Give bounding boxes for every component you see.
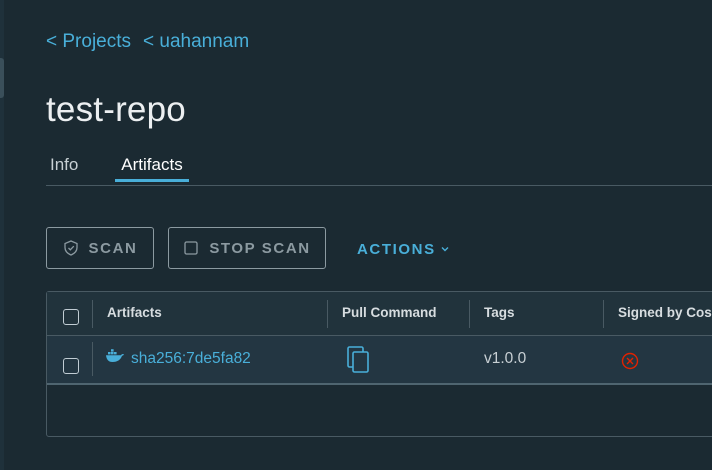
row-select-checkbox[interactable] bbox=[63, 358, 79, 374]
sidebar-collapse-handle[interactable] bbox=[0, 58, 4, 98]
breadcrumb-project-link[interactable]: < uahannam bbox=[143, 31, 249, 53]
column-divider[interactable] bbox=[469, 300, 470, 328]
artifact-digest-link[interactable]: sha256:7de5fa82 bbox=[105, 349, 251, 368]
select-all-checkbox[interactable] bbox=[63, 309, 79, 325]
column-header-tags[interactable]: Tags bbox=[484, 305, 515, 320]
tab-info[interactable]: Info bbox=[50, 150, 78, 182]
column-header-artifacts[interactable]: Artifacts bbox=[107, 305, 162, 320]
column-divider[interactable] bbox=[327, 300, 328, 328]
artifacts-datagrid: Artifacts Pull Command Tags Signed by Co… bbox=[46, 291, 712, 437]
column-divider[interactable] bbox=[92, 300, 93, 328]
shield-icon bbox=[63, 240, 79, 256]
row-divider bbox=[92, 342, 93, 376]
stop-square-icon bbox=[183, 240, 199, 256]
copy-icon[interactable] bbox=[347, 346, 371, 379]
stop-scan-button[interactable]: STOP SCAN bbox=[168, 227, 326, 269]
scan-button-label: SCAN bbox=[88, 239, 138, 257]
docker-icon bbox=[105, 349, 125, 368]
tab-artifacts[interactable]: Artifacts bbox=[115, 150, 189, 182]
scan-button[interactable]: SCAN bbox=[46, 227, 154, 269]
breadcrumb: < Projects < uahannam bbox=[46, 30, 249, 54]
artifact-tag: v1.0.0 bbox=[484, 350, 527, 367]
chevron-down-icon bbox=[440, 241, 450, 258]
repository-page: < Projects < uahannam test-repo Info Art… bbox=[0, 0, 712, 470]
datagrid-header: Artifacts Pull Command Tags Signed by Co… bbox=[47, 292, 712, 336]
table-row[interactable]: sha256:7de5fa82 v1.0.0 bbox=[47, 336, 712, 385]
stop-scan-button-label: STOP SCAN bbox=[209, 239, 311, 257]
column-header-pull-command[interactable]: Pull Command bbox=[342, 305, 437, 320]
page-title: test-repo bbox=[46, 90, 186, 129]
column-header-signed-by-cosign[interactable]: Signed by Cosign bbox=[618, 305, 712, 320]
column-divider[interactable] bbox=[603, 300, 604, 328]
actions-dropdown[interactable]: ACTIONS bbox=[357, 238, 450, 260]
tab-bar: Info Artifacts bbox=[46, 150, 712, 186]
artifact-digest: sha256:7de5fa82 bbox=[131, 349, 251, 367]
x-circle-icon bbox=[621, 352, 639, 375]
breadcrumb-projects-link[interactable]: < Projects bbox=[46, 31, 131, 53]
actions-dropdown-label: ACTIONS bbox=[357, 240, 436, 258]
left-rail bbox=[0, 0, 4, 470]
